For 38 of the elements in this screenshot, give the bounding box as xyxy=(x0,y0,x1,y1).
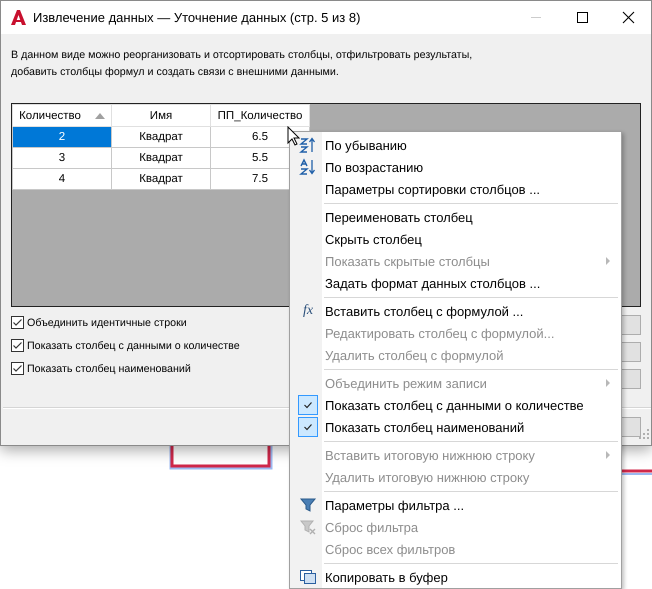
checkbox-label[interactable]: Показать столбец с данными о количестве xyxy=(27,340,240,352)
menu-item[interactable]: Параметры фильтра ... xyxy=(291,494,620,516)
copy-icon xyxy=(300,570,316,584)
table-cell[interactable]: 2 xyxy=(12,126,112,148)
menu-item[interactable]: Переименовать столбец xyxy=(291,206,620,228)
column-header[interactable]: Количество xyxy=(12,104,112,126)
resize-grip-icon[interactable] xyxy=(639,429,649,439)
line-drawing xyxy=(622,469,652,475)
description-text: В данном виде можно реорганизовать и отсортировать столбцы, отфильтровать результаты, добавить столбцы формул и создать связи с внешними данными. xyxy=(11,48,474,80)
filter-icon xyxy=(300,498,316,512)
checkbox[interactable] xyxy=(11,362,24,375)
sort-descending-icon xyxy=(299,137,316,153)
table-cell[interactable]: Квадрат xyxy=(112,168,210,190)
table-cell[interactable]: 4 xyxy=(12,168,112,190)
app-logo-icon xyxy=(9,9,27,26)
menu-item[interactable]: Показать столбец с данными о количестве xyxy=(291,394,620,416)
menu-item[interactable]: Задать формат данных столбцов ... xyxy=(291,272,620,294)
formula-icon: fx xyxy=(302,303,314,319)
menu-item[interactable]: Скрыть столбец xyxy=(291,228,620,250)
table-cell[interactable]: 3 xyxy=(12,148,112,168)
checkbox-label[interactable]: Показать столбец наименований xyxy=(27,362,191,374)
checkbox[interactable] xyxy=(11,339,24,352)
header-label: ПП_Количество xyxy=(218,110,302,122)
checkbox-label[interactable]: Объединить идентичные строки xyxy=(27,316,187,328)
menu-item[interactable]: Показать столбец наименований xyxy=(291,416,620,438)
filter-clear-icon xyxy=(300,520,316,535)
window-title: Извлечение данных — Уточнение данных (стр. 5 из 8) xyxy=(33,10,362,25)
table-cell[interactable]: Квадрат xyxy=(112,126,210,148)
menu-item[interactable]: Копировать в буфер xyxy=(291,566,620,588)
menu-item[interactable]: fx Вставить столбец с формулой ... xyxy=(291,300,620,322)
mouse-cursor-icon xyxy=(287,126,301,147)
column-header[interactable]: ПП_Количество xyxy=(210,104,310,126)
header-label: Количество xyxy=(19,110,81,122)
table-cell[interactable]: Квадрат xyxy=(112,148,210,168)
header-label: Имя xyxy=(150,110,172,122)
column-header[interactable]: Имя xyxy=(112,104,210,126)
checkbox[interactable] xyxy=(11,316,24,329)
sort-ascending-icon xyxy=(299,158,316,175)
